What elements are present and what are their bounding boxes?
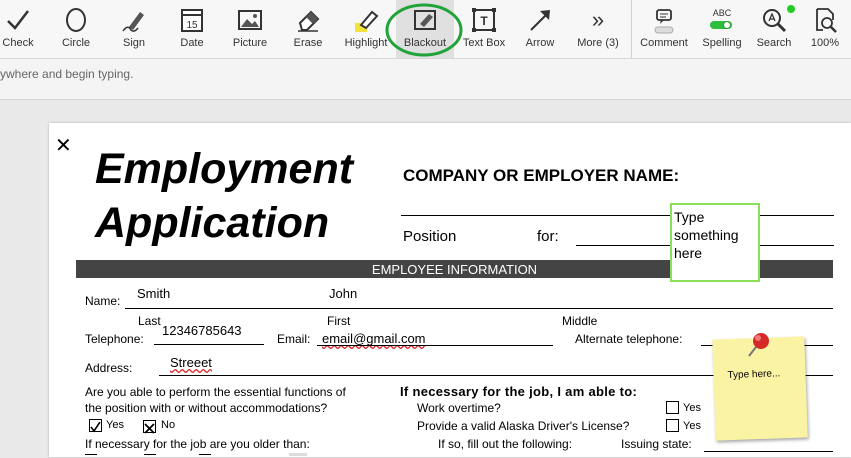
if-necessary-heading: If necessary for the job, I am able to: [400,384,638,399]
erase-tool-label: Erase [293,37,323,49]
toolbar: Check Circle Sign 15 Date Picture Erase … [0,0,851,59]
comment-tool-label: Comment [640,37,688,49]
telephone-label: Telephone: [85,332,144,346]
comment-bubble-icon [654,9,674,34]
eraser-icon [298,10,320,32]
older-than-question: If necessary for the job are you older t… [85,437,310,451]
search-tool-label: Search [756,37,792,49]
zoom-button[interactable]: 100% [802,0,848,58]
essential-functions-question-line1: Are you able to perform the essential fu… [85,385,346,399]
issuing-state-line[interactable] [704,451,833,452]
form-title-line2: Application [95,199,330,247]
company-label: COMPANY OR EMPLOYER NAME: [403,166,680,185]
middle-sublabel: Middle [562,314,598,328]
essential-yes-checkbox[interactable] [89,419,102,433]
telephone-value[interactable]: 12346785643 [162,323,242,338]
spelling-toggle-button[interactable]: ABC Spelling [696,0,748,58]
cursor-bar [289,453,307,456]
abc-icon: ABC [712,8,732,18]
text-box-content[interactable]: Type something here [674,208,758,262]
checkmark-icon [7,10,29,30]
telephone-line[interactable] [154,344,264,345]
text-box-annotation[interactable]: Type something here [670,203,760,282]
essential-yes-label: Yes [106,419,124,431]
more-tools-label: More (3) [577,37,619,49]
license-yes-label: Yes [683,420,701,432]
age-checkbox-3[interactable] [199,454,211,458]
spelling-tool-label: Spelling [702,37,742,49]
check-tool-button[interactable]: Check [0,0,36,58]
erase-tool-button[interactable]: Erase [286,0,330,58]
overtime-yes-label: Yes [683,402,701,414]
check-tool-label: Check [2,37,34,49]
toolbar-divider [631,0,632,58]
email-line[interactable] [317,345,553,346]
zoom-icon [816,8,837,33]
zoom-level-label: 100% [810,37,840,49]
pen-signature-icon [122,12,144,32]
svg-text:15: 15 [186,20,198,31]
hint-text: ywhere and begin typing. [0,67,134,81]
comment-tool-button[interactable]: Comment [636,0,692,58]
document-page[interactable]: ✕ Employment Application COMPANY OR EMPL… [49,123,851,457]
circle-tool-label: Circle [61,37,91,49]
status-dot [787,5,795,13]
sign-tool-button[interactable]: Sign [112,0,156,58]
email-value[interactable]: email@gmail.com [322,331,426,346]
last-sublabel: Last [138,314,161,328]
position-label: Position [403,228,457,245]
issuing-state-label: Issuing state: [621,437,692,451]
date-tool-button[interactable]: 15 Date [170,0,214,58]
circle-icon [66,8,86,32]
name-first-value[interactable]: John [329,286,357,301]
alaska-license-question: Provide a valid Alaska Driver's License? [417,419,630,433]
essential-no-checkbox[interactable] [143,420,156,434]
essential-functions-question-line2: the position with or without accommodati… [85,401,328,415]
address-label: Address: [85,361,133,375]
first-sublabel: First [327,314,351,328]
arrow-icon [530,10,550,31]
annotation-circle [385,3,463,57]
picture-icon [238,10,262,30]
essential-no-label: No [161,419,176,431]
sticky-note-text[interactable]: Type here... [727,368,780,381]
name-last-value[interactable]: Smith [137,286,170,301]
more-tools-button[interactable]: » More (3) [572,0,624,58]
svg-text:T: T [480,14,488,28]
arrow-tool-label: Arrow [525,37,555,49]
name-label: Name: [85,294,121,308]
email-label: Email: [277,332,311,346]
picture-tool-label: Picture [232,37,268,49]
license-yes-checkbox[interactable] [666,419,679,432]
search-icon [763,9,787,33]
picture-tool-button[interactable]: Picture [226,0,274,58]
pushpin-icon [748,333,769,357]
checkmark-icon [90,421,101,433]
work-overtime-question: Work overtime? [417,401,501,415]
circle-tool-button[interactable]: Circle [52,0,100,58]
calendar-icon: 15 [181,9,203,32]
sign-tool-label: Sign [122,37,146,49]
age-checkbox-1[interactable] [85,454,97,458]
highlighter-icon [355,10,379,32]
text-box-icon: T [472,8,496,32]
form-title-line1: Employment [95,145,354,193]
text-box-tool-label: Text Box [462,37,506,49]
name-line[interactable] [125,308,833,309]
arrow-tool-button[interactable]: Arrow [518,0,562,58]
date-tool-label: Date [180,37,204,49]
fill-following-label: If so, fill out the following: [438,437,573,451]
company-name-line[interactable] [401,215,834,216]
x-mark-icon [144,423,155,434]
hint-bar: ywhere and begin typing. [0,59,851,100]
close-icon[interactable]: ✕ [55,133,72,158]
overtime-yes-checkbox[interactable] [666,401,679,414]
spelling-switch[interactable] [710,21,732,29]
alternate-telephone-label: Alternate telephone: [575,332,683,346]
address-value[interactable]: Streeet [170,355,212,370]
text-box-tool-button[interactable]: T Text Box [458,0,510,58]
for-label: for: [537,228,559,245]
double-chevron-icon: » [591,7,605,32]
age-checkbox-2[interactable] [144,454,156,458]
